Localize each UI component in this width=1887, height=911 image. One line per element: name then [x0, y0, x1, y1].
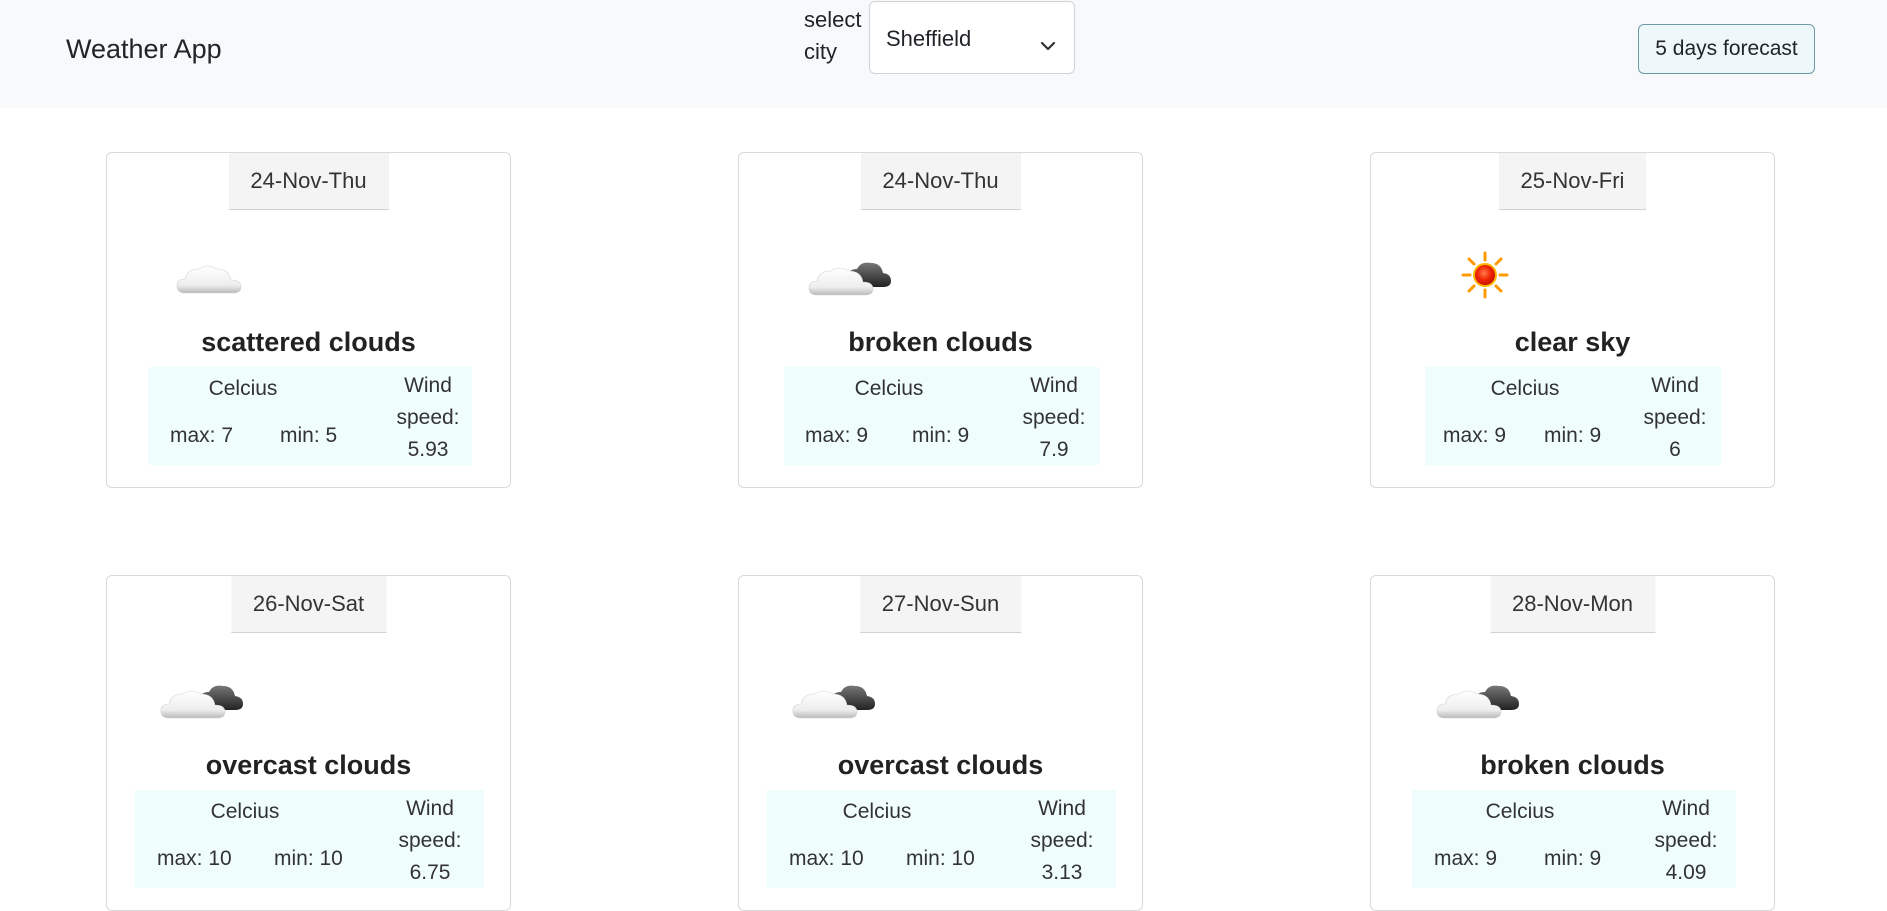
wind-speed: Wind speed: 4.09 — [1646, 793, 1726, 889]
max-temperature: max: 9 — [805, 424, 869, 447]
min-temperature: min: 10 — [906, 847, 975, 870]
min-temperature: min: 9 — [1544, 424, 1602, 447]
min-temperature: min: 9 — [1544, 847, 1602, 870]
temperature-unit: Celcius — [1485, 800, 1555, 823]
wind-label: Wind — [406, 797, 454, 820]
min-temperature: min: 5 — [280, 424, 338, 447]
card-date: 25-Nov-Fri — [1498, 153, 1647, 210]
scattered-clouds-icon — [173, 249, 257, 309]
wind-speed-label: speed: — [396, 406, 460, 429]
weather-description: scattered clouds — [201, 327, 416, 357]
card-date: 28-Nov-Mon — [1489, 576, 1656, 633]
wind-speed-label: speed: — [1643, 406, 1707, 429]
weather-stats: Celcius max: 9 min: 9 Wind speed: 4.09 — [1412, 790, 1736, 888]
forecast-card: 24-Nov-Thu scattered clouds Celcius max:… — [106, 152, 511, 488]
forecast-card: 24-Nov-Thu broken clouds Celcius max: 9 … — [738, 152, 1143, 488]
temperature-unit: Celcius — [208, 377, 278, 400]
weather-stats: Celcius max: 10 min: 10 Wind speed: 6.75 — [135, 790, 484, 888]
weather-stats: Celcius max: 9 min: 9 Wind speed: 6 — [1425, 367, 1721, 465]
weather-stats: Celcius max: 10 min: 10 Wind speed: 3.13 — [767, 790, 1116, 888]
forecast-card: 26-Nov-Sat overcast clouds Celcius max: … — [106, 575, 511, 911]
wind-label: Wind — [404, 374, 452, 397]
temperature-unit: Celcius — [842, 800, 912, 823]
wind-label: Wind — [1651, 374, 1699, 397]
weather-description: broken clouds — [1480, 750, 1665, 780]
overcast-clouds-icon — [791, 672, 875, 732]
wind-speed-label: speed: — [1030, 829, 1094, 852]
weather-description: clear sky — [1514, 327, 1631, 357]
wind-speed-value: 6.75 — [409, 861, 451, 884]
wind-speed-value: 5.93 — [407, 438, 449, 461]
select-city-label: select city — [804, 7, 862, 64]
max-temperature: max: 9 — [1434, 847, 1498, 870]
wind-label: Wind — [1030, 374, 1078, 397]
sun-icon — [1461, 251, 1545, 311]
wind-speed-value: 4.09 — [1665, 861, 1707, 884]
city-select[interactable]: Sheffield — [869, 1, 1075, 74]
weather-description: overcast clouds — [837, 750, 1044, 780]
card-date: 24-Nov-Thu — [228, 153, 389, 210]
min-temperature: min: 9 — [912, 424, 970, 447]
forecast-card: 28-Nov-Mon broken clouds Celcius max: 9 … — [1370, 575, 1775, 911]
temperature-unit: Celcius — [1490, 377, 1560, 400]
wind-speed-label: speed: — [1022, 406, 1086, 429]
weather-description: overcast clouds — [205, 750, 412, 780]
wind-speed: Wind speed: 6.75 — [390, 793, 470, 889]
overcast-clouds-icon — [159, 672, 243, 732]
temperature-unit: Celcius — [854, 377, 924, 400]
broken-clouds-icon — [1435, 672, 1519, 732]
max-temperature: max: 10 — [157, 847, 232, 870]
wind-speed: Wind speed: 6 — [1635, 370, 1715, 466]
wind-label: Wind — [1038, 797, 1086, 820]
weather-description: broken clouds — [848, 327, 1033, 357]
city-select-value: Sheffield — [886, 26, 972, 51]
chevron-down-icon — [1040, 32, 1056, 58]
navbar: Weather App select city Sheffield 5 days… — [0, 0, 1887, 108]
forecast-card: 27-Nov-Sun overcast clouds Celcius max: … — [738, 575, 1143, 911]
app-title[interactable]: Weather App — [66, 34, 222, 65]
card-date: 26-Nov-Sat — [230, 576, 387, 633]
wind-speed-value: 6 — [1669, 438, 1681, 461]
wind-speed-label: speed: — [398, 829, 462, 852]
five-day-forecast-button[interactable]: 5 days forecast — [1638, 24, 1815, 74]
weather-stats: Celcius max: 7 min: 5 Wind speed: 5.93 — [148, 367, 472, 465]
wind-speed-value: 3.13 — [1041, 861, 1083, 884]
wind-speed-label: speed: — [1654, 829, 1718, 852]
wind-speed: Wind speed: 7.9 — [1014, 370, 1094, 466]
weather-stats: Celcius max: 9 min: 9 Wind speed: 7.9 — [784, 367, 1100, 465]
card-date: 24-Nov-Thu — [860, 153, 1021, 210]
max-temperature: max: 7 — [170, 424, 234, 447]
wind-speed-value: 7.9 — [1039, 438, 1069, 461]
temperature-unit: Celcius — [210, 800, 280, 823]
max-temperature: max: 10 — [789, 847, 864, 870]
forecast-card: 25-Nov-Fri clear sky Celcius max: 9 min:… — [1370, 152, 1775, 488]
max-temperature: max: 9 — [1443, 424, 1507, 447]
broken-clouds-icon — [807, 249, 891, 309]
wind-speed: Wind speed: 3.13 — [1022, 793, 1102, 889]
card-date: 27-Nov-Sun — [859, 576, 1022, 633]
wind-speed: Wind speed: 5.93 — [388, 370, 468, 466]
min-temperature: min: 10 — [274, 847, 343, 870]
wind-label: Wind — [1662, 797, 1710, 820]
